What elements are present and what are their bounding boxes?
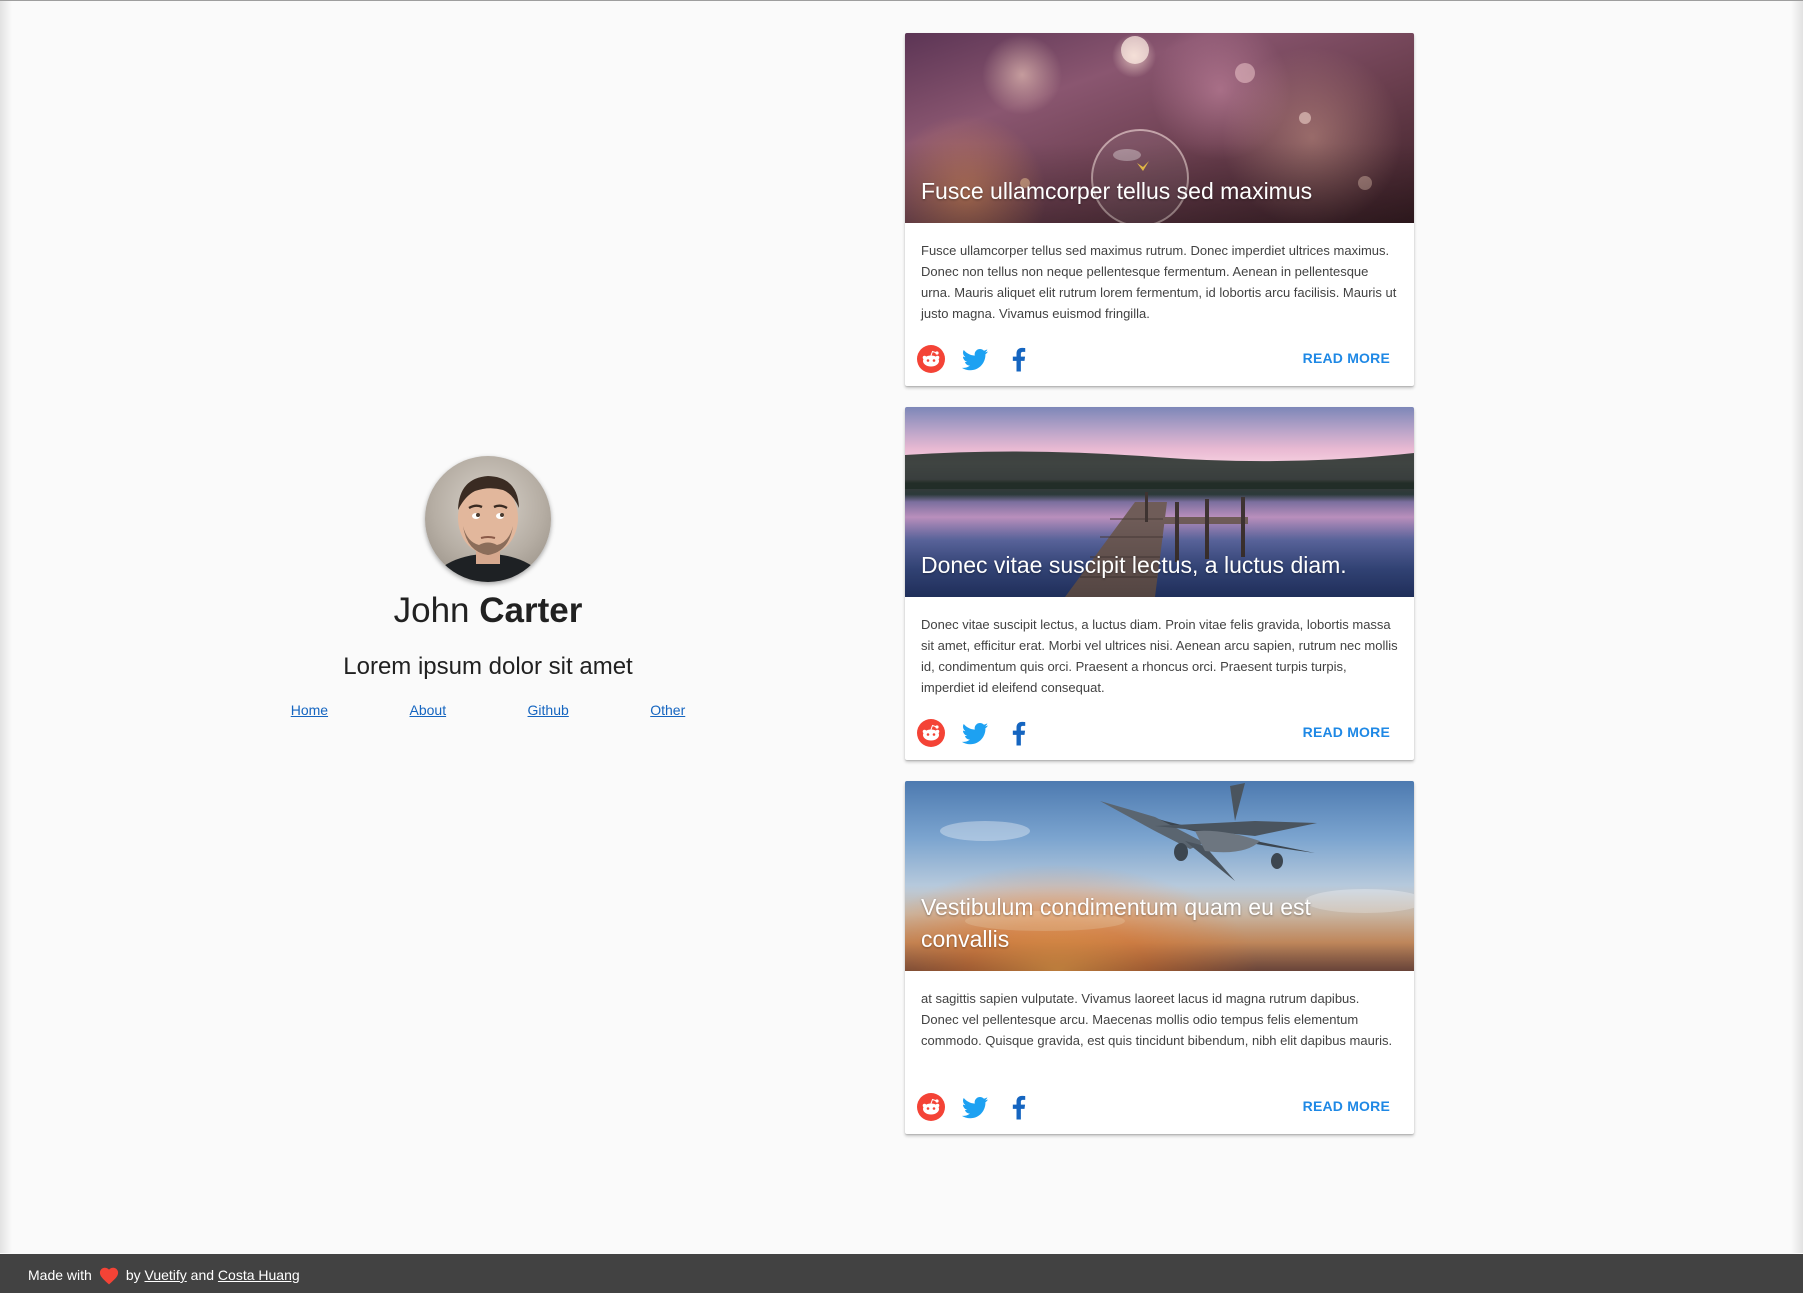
card-text: Fusce ullamcorper tellus sed maximus rut… bbox=[921, 243, 1397, 321]
post-card: Fusce ullamcorper tellus sed maximus Fus… bbox=[905, 33, 1414, 386]
last-name: Carter bbox=[479, 591, 583, 630]
profile-name: John Carter bbox=[220, 590, 756, 632]
footer-by: by bbox=[125, 1267, 141, 1283]
card-image: Vestibulum condimentum quam eu est conva… bbox=[905, 781, 1414, 971]
link-other[interactable]: Other bbox=[650, 702, 685, 718]
footer-content: Made with by Vuetify and Costa Huang bbox=[28, 1265, 300, 1285]
card-text: Donec vitae suscipit lectus, a luctus di… bbox=[921, 617, 1398, 695]
read-more-button[interactable]: READ MORE bbox=[1303, 1098, 1390, 1114]
card-image: Fusce ullamcorper tellus sed maximus bbox=[905, 33, 1414, 223]
reddit-icon[interactable] bbox=[916, 1092, 946, 1122]
read-more-button[interactable]: READ MORE bbox=[1303, 724, 1390, 740]
link-github[interactable]: Github bbox=[528, 702, 569, 718]
heart-icon bbox=[99, 1267, 118, 1285]
card-actions: READ MORE bbox=[905, 1082, 1414, 1134]
card-text: at sagittis sapien vulputate. Vivamus la… bbox=[921, 991, 1393, 1048]
link-home[interactable]: Home bbox=[291, 702, 328, 718]
post-card: Vestibulum condimentum quam eu est conva… bbox=[905, 781, 1414, 1134]
reddit-icon[interactable] bbox=[916, 344, 946, 374]
post-card: Donec vitae suscipit lectus, a luctus di… bbox=[905, 407, 1414, 760]
card-actions: READ MORE bbox=[905, 708, 1414, 760]
facebook-icon[interactable] bbox=[1004, 1092, 1034, 1122]
profile-links: Home About Github Other bbox=[220, 702, 756, 718]
person-icon bbox=[430, 476, 546, 582]
first-name: John bbox=[393, 591, 470, 630]
card-title: Vestibulum condimentum quam eu est conva… bbox=[921, 894, 1311, 952]
top-border bbox=[0, 0, 1803, 1]
card-title: Donec vitae suscipit lectus, a luctus di… bbox=[921, 552, 1347, 578]
right-shade bbox=[1791, 1, 1803, 1253]
facebook-icon[interactable] bbox=[1004, 344, 1034, 374]
vuetify-link[interactable]: Vuetify bbox=[145, 1267, 187, 1283]
footer-and: and bbox=[190, 1267, 215, 1283]
card-image: Donec vitae suscipit lectus, a luctus di… bbox=[905, 407, 1414, 597]
avatar bbox=[425, 456, 551, 582]
card-actions: READ MORE bbox=[905, 334, 1414, 386]
card-title: Fusce ullamcorper tellus sed maximus bbox=[921, 178, 1313, 204]
profile-section: John Carter Lorem ipsum dolor sit amet H… bbox=[220, 456, 756, 718]
left-shade bbox=[0, 1, 12, 1253]
link-about[interactable]: About bbox=[410, 702, 447, 718]
reddit-icon[interactable] bbox=[916, 718, 946, 748]
facebook-icon[interactable] bbox=[1004, 718, 1034, 748]
twitter-icon[interactable] bbox=[960, 1092, 990, 1122]
twitter-icon[interactable] bbox=[960, 718, 990, 748]
author-link[interactable]: Costa Huang bbox=[218, 1267, 300, 1283]
profile-tagline: Lorem ipsum dolor sit amet bbox=[343, 653, 633, 680]
footer: Made with by Vuetify and Costa Huang bbox=[0, 1254, 1803, 1293]
read-more-button[interactable]: READ MORE bbox=[1303, 350, 1390, 366]
twitter-icon[interactable] bbox=[960, 344, 990, 374]
footer-made-with: Made with bbox=[28, 1267, 92, 1283]
